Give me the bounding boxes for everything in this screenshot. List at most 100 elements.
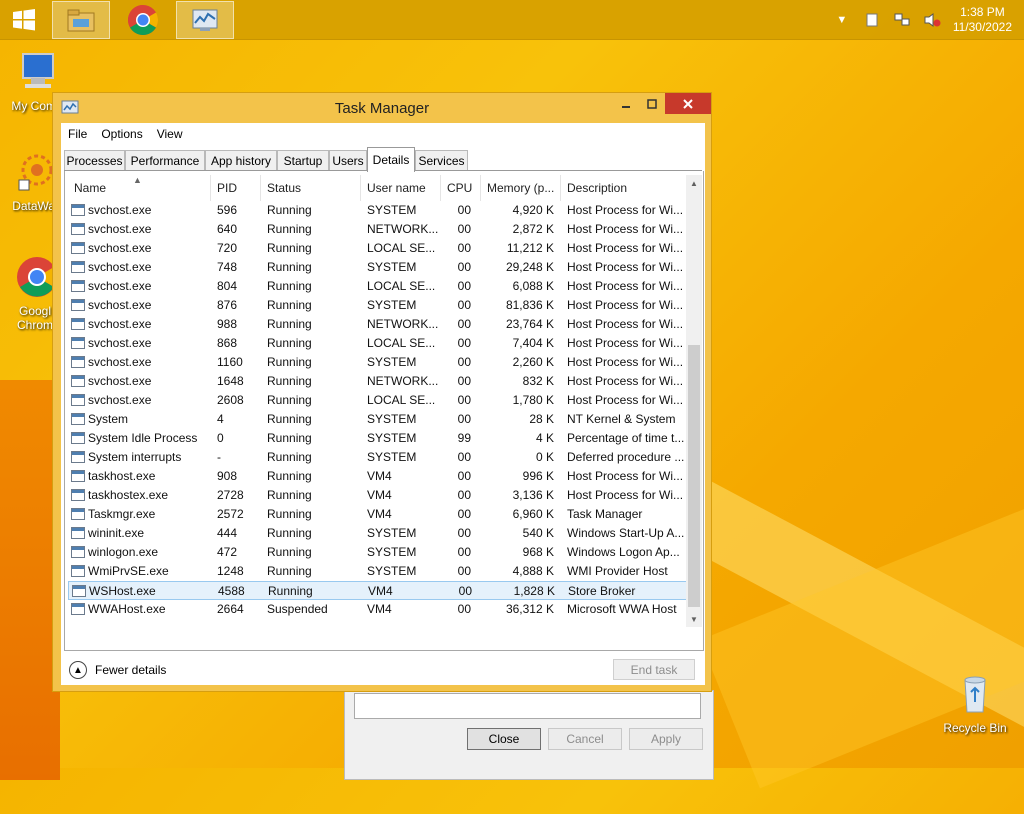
process-icon <box>71 413 85 425</box>
minimize-button[interactable] <box>613 93 639 114</box>
column-header-user-name[interactable]: User name <box>361 175 441 201</box>
table-row[interactable]: svchost.exe 868 Running LOCAL SE... 00 7,404 … <box>68 334 695 353</box>
details-panel: Name ▲ PID Status User name CPU Memory (… <box>64 171 704 651</box>
column-header-pid[interactable]: PID <box>211 175 261 201</box>
cell-status: Running <box>267 374 312 388</box>
cell-status: Running <box>267 564 312 578</box>
cell-name: System interrupts <box>88 450 182 464</box>
cell-cpu: 00 <box>457 336 471 350</box>
clock[interactable]: 1:38 PM 11/30/2022 <box>953 5 1012 35</box>
cell-desc: Store Broker <box>568 584 636 598</box>
table-row[interactable]: svchost.exe 988 Running NETWORK... 00 23,764 … <box>68 315 695 334</box>
menu-view[interactable]: View <box>157 127 183 141</box>
table-row[interactable]: svchost.exe 804 Running LOCAL SE... 00 6,088 … <box>68 277 695 296</box>
cell-name: svchost.exe <box>88 222 152 236</box>
fewer-details-link[interactable]: ▲ Fewer details <box>69 661 166 679</box>
taskbar-chrome[interactable] <box>114 1 172 39</box>
table-row[interactable]: svchost.exe 748 Running SYSTEM 00 29,248 K Hos… <box>68 258 695 277</box>
tab-details[interactable]: Details <box>367 147 415 172</box>
cell-name: WmiPrvSE.exe <box>88 564 169 578</box>
column-header-status[interactable]: Status <box>261 175 361 201</box>
table-row[interactable]: taskhostex.exe 2728 Running VM4 00 3,136 K Hos… <box>68 486 695 505</box>
table-row[interactable]: svchost.exe 876 Running SYSTEM 00 81,836 K Hos… <box>68 296 695 315</box>
cell-cpu: 00 <box>457 602 471 616</box>
title-bar[interactable]: Task Manager <box>53 93 711 123</box>
taskbar-task-manager[interactable] <box>176 1 234 39</box>
table-row[interactable]: WSHost.exe 4588 Running VM4 00 1,828 K Store B… <box>68 581 695 600</box>
end-task-button[interactable]: End task <box>613 659 695 680</box>
column-header-memory[interactable]: Memory (p... <box>481 175 561 201</box>
cell-desc: Host Process for Wi... <box>567 203 684 217</box>
cell-pid: 868 <box>217 336 238 350</box>
table-row[interactable]: svchost.exe 596 Running SYSTEM 00 4,920 K Host… <box>68 201 695 220</box>
maximize-button[interactable] <box>639 93 665 114</box>
column-header-name[interactable]: Name ▲ <box>68 175 211 201</box>
cell-mem: 540 K <box>522 526 554 540</box>
scroll-down-icon[interactable]: ▼ <box>686 611 702 627</box>
cell-mem: 2,260 K <box>512 355 554 369</box>
cancel-button[interactable]: Cancel <box>548 728 622 750</box>
apply-button[interactable]: Apply <box>629 728 703 750</box>
chevron-up-icon[interactable]: ▼ <box>833 11 851 29</box>
tab-services[interactable]: Services <box>415 150 468 171</box>
column-header-cpu[interactable]: CPU <box>441 175 481 201</box>
process-icon <box>71 337 85 349</box>
cell-status: Running <box>267 526 312 540</box>
cell-desc: Host Process for Wi... <box>567 279 684 293</box>
cell-name: winlogon.exe <box>88 545 159 559</box>
table-row[interactable]: wininit.exe 444 Running SYSTEM 00 540 K Window… <box>68 524 695 543</box>
cell-pid: 0 <box>217 431 224 445</box>
scrollbar-thumb[interactable] <box>688 345 700 607</box>
network-icon[interactable] <box>893 11 911 29</box>
cell-status: Running <box>267 222 312 236</box>
cell-status: Running <box>267 336 312 350</box>
table-row[interactable]: WWAHost.exe 2664 Suspended VM4 00 36,312 K Mic… <box>68 600 695 619</box>
cell-user: SYSTEM <box>367 260 417 274</box>
cell-mem: 0 K <box>535 450 554 464</box>
menu-file[interactable]: File <box>68 127 87 141</box>
background-dialog-textbox <box>354 693 701 719</box>
taskbar-file-explorer[interactable] <box>52 1 110 39</box>
table-row[interactable]: svchost.exe 1160 Running SYSTEM 00 2,260 K Hos… <box>68 353 695 372</box>
cell-cpu: 00 <box>457 279 471 293</box>
table-row[interactable]: System interrupts - Running SYSTEM 00 0 K Defe… <box>68 448 695 467</box>
cell-user: NETWORK... <box>367 317 439 331</box>
cell-status: Running <box>267 450 312 464</box>
desktop-icon-recycle-bin[interactable]: Recycle Bin <box>938 672 1012 735</box>
table-row[interactable]: svchost.exe 2608 Running LOCAL SE... 00 1,780… <box>68 391 695 410</box>
cell-cpu: 99 <box>457 431 471 445</box>
table-row[interactable]: WmiPrvSE.exe 1248 Running SYSTEM 00 4,888 K WM… <box>68 562 695 581</box>
menu-options[interactable]: Options <box>101 127 142 141</box>
tab-performance[interactable]: Performance <box>125 150 205 171</box>
column-header-description[interactable]: Description <box>561 175 695 201</box>
process-icon <box>71 508 85 520</box>
tab-processes[interactable]: Processes <box>64 150 125 171</box>
process-icon <box>71 280 85 292</box>
volume-muted-icon[interactable] <box>923 11 941 29</box>
action-center-icon[interactable] <box>863 11 881 29</box>
system-tray: ▼ 1:38 PM 11/30/2022 <box>827 0 1024 40</box>
cell-name: svchost.exe <box>88 241 152 255</box>
table-row[interactable]: svchost.exe 640 Running NETWORK... 00 2,872 K… <box>68 220 695 239</box>
table-row[interactable]: System Idle Process 0 Running SYSTEM 99 4 K Pe… <box>68 429 695 448</box>
tab-users[interactable]: Users <box>329 150 367 171</box>
tab-startup[interactable]: Startup <box>277 150 329 171</box>
table-row[interactable]: System 4 Running SYSTEM 00 28 K NT Kernel & Sy… <box>68 410 695 429</box>
table-row[interactable]: svchost.exe 1648 Running NETWORK... 00 832 K H… <box>68 372 695 391</box>
cell-desc: Host Process for Wi... <box>567 317 684 331</box>
scroll-up-icon[interactable]: ▲ <box>686 175 702 191</box>
cell-desc: Host Process for Wi... <box>567 336 684 350</box>
table-row[interactable]: Taskmgr.exe 2572 Running VM4 00 6,960 K Task M… <box>68 505 695 524</box>
table-row[interactable]: winlogon.exe 472 Running SYSTEM 00 968 K Windo… <box>68 543 695 562</box>
table-row[interactable]: svchost.exe 720 Running LOCAL SE... 00 11,212… <box>68 239 695 258</box>
vertical-scrollbar[interactable]: ▲ ▼ <box>686 175 702 627</box>
cell-mem: 6,088 K <box>512 279 554 293</box>
close-window-button[interactable] <box>665 93 711 114</box>
table-row[interactable]: taskhost.exe 908 Running VM4 00 996 K Host Pro… <box>68 467 695 486</box>
start-button[interactable] <box>0 1 48 39</box>
close-button[interactable]: Close <box>467 728 541 750</box>
cell-desc: Host Process for Wi... <box>567 260 684 274</box>
tab-app-history[interactable]: App history <box>205 150 277 171</box>
cell-mem: 6,960 K <box>512 507 554 521</box>
cell-user: VM4 <box>367 507 392 521</box>
